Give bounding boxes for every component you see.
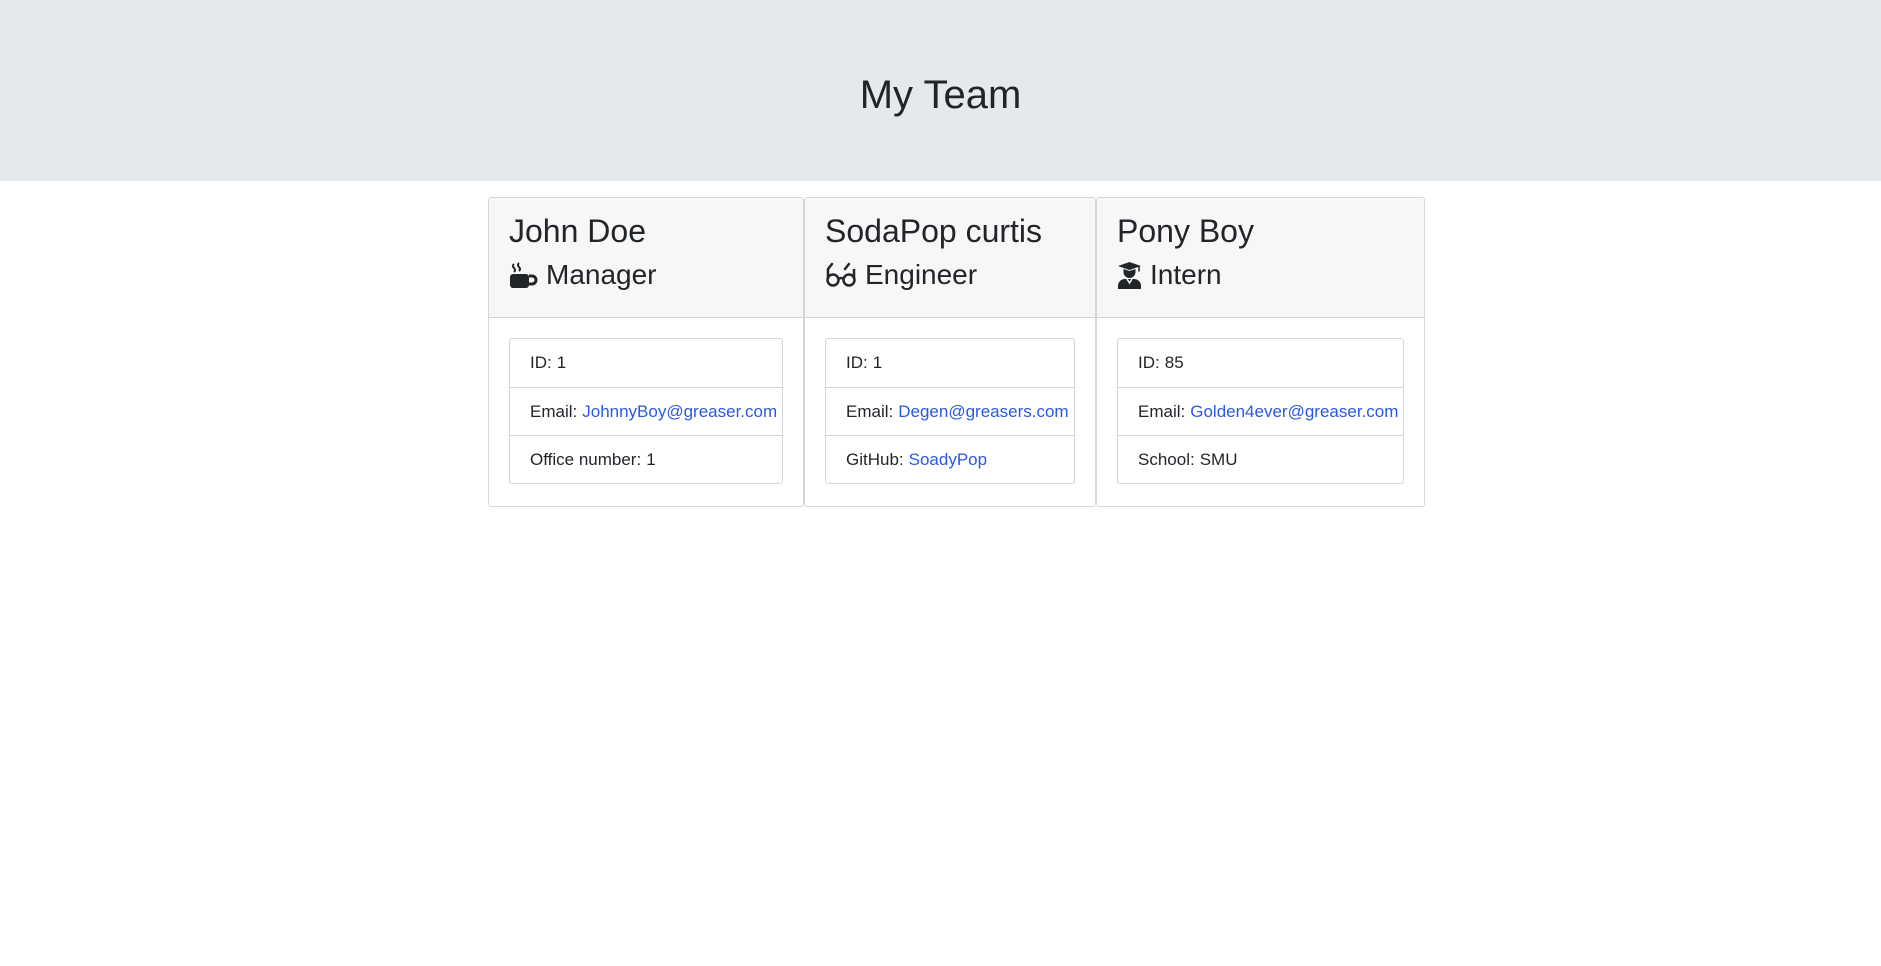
employee-name: Pony Boy bbox=[1117, 213, 1254, 249]
card-body: ID: 85 Email: Golden4ever@greaser.com Sc… bbox=[1097, 318, 1424, 504]
page-header: My Team bbox=[0, 0, 1881, 181]
employee-card-intern: Pony Boy Intern ID: 85 Email: Golden4eve… bbox=[1096, 197, 1425, 507]
id-value: 1 bbox=[556, 353, 567, 372]
employee-id: ID: 85 bbox=[1118, 339, 1403, 387]
employee-office-number: Office number: 1 bbox=[510, 435, 782, 483]
user-graduate-icon bbox=[1118, 261, 1141, 289]
office-label: Office number: bbox=[530, 449, 642, 469]
role-label: Engineer bbox=[865, 259, 978, 290]
github-label: GitHub: bbox=[846, 449, 904, 469]
id-label: ID: bbox=[1138, 353, 1160, 372]
glasses-icon bbox=[826, 262, 856, 287]
email-link[interactable]: JohnnyBoy@greaser.com bbox=[582, 402, 777, 422]
employee-name: John Doe bbox=[509, 213, 646, 249]
email-label: Email: bbox=[530, 401, 578, 421]
employee-card-manager: John Doe Manager ID: 1 Email: JohnnyBoy@… bbox=[488, 197, 804, 507]
mug-hot-icon bbox=[510, 261, 538, 288]
employee-details: ID: 85 Email: Golden4ever@greaser.com Sc… bbox=[1117, 338, 1404, 484]
github-link[interactable]: SoadyPop bbox=[909, 450, 987, 470]
id-value: 85 bbox=[1164, 353, 1184, 372]
id-value: 1 bbox=[872, 353, 883, 372]
id-label: ID: bbox=[846, 353, 868, 372]
id-label: ID: bbox=[530, 353, 552, 372]
email-link[interactable]: Degen@greasers.com bbox=[898, 402, 1068, 422]
card-header: SodaPop curtis Engineer bbox=[805, 198, 1095, 318]
card-body: ID: 1 Email: JohnnyBoy@greaser.com Offic… bbox=[489, 318, 803, 504]
employee-email: Email: Degen@greasers.com bbox=[826, 387, 1074, 435]
employee-id: ID: 1 bbox=[826, 339, 1074, 387]
employee-role: Intern bbox=[1117, 258, 1404, 292]
role-label: Manager bbox=[546, 259, 657, 290]
school-value: SMU bbox=[1199, 449, 1238, 469]
team-cards: John Doe Manager ID: 1 Email: JohnnyBoy@… bbox=[488, 197, 1425, 507]
email-label: Email: bbox=[1138, 401, 1186, 421]
page-title: My Team bbox=[859, 73, 1022, 117]
employee-email: Email: Golden4ever@greaser.com bbox=[1118, 387, 1403, 435]
email-link[interactable]: Golden4ever@greaser.com bbox=[1190, 402, 1398, 422]
employee-name: SodaPop curtis bbox=[825, 213, 1043, 249]
employee-id: ID: 1 bbox=[510, 339, 782, 387]
card-body: ID: 1 Email: Degen@greasers.com GitHub: … bbox=[805, 318, 1095, 504]
school-label: School: bbox=[1138, 449, 1195, 469]
employee-school: School: SMU bbox=[1118, 435, 1403, 483]
employee-card-engineer: SodaPop curtis Engineer ID: 1 Email: Deg… bbox=[804, 197, 1096, 507]
card-header: John Doe Manager bbox=[489, 198, 803, 318]
email-label: Email: bbox=[846, 401, 894, 421]
role-label: Intern bbox=[1150, 259, 1222, 290]
employee-github: GitHub: SoadyPop bbox=[826, 435, 1074, 483]
employee-role: Manager bbox=[509, 258, 783, 292]
office-value: 1 bbox=[646, 449, 656, 469]
employee-details: ID: 1 Email: Degen@greasers.com GitHub: … bbox=[825, 338, 1075, 484]
employee-email: Email: JohnnyBoy@greaser.com bbox=[510, 387, 782, 435]
card-header: Pony Boy Intern bbox=[1097, 198, 1424, 318]
employee-details: ID: 1 Email: JohnnyBoy@greaser.com Offic… bbox=[509, 338, 783, 484]
employee-role: Engineer bbox=[825, 258, 1075, 292]
